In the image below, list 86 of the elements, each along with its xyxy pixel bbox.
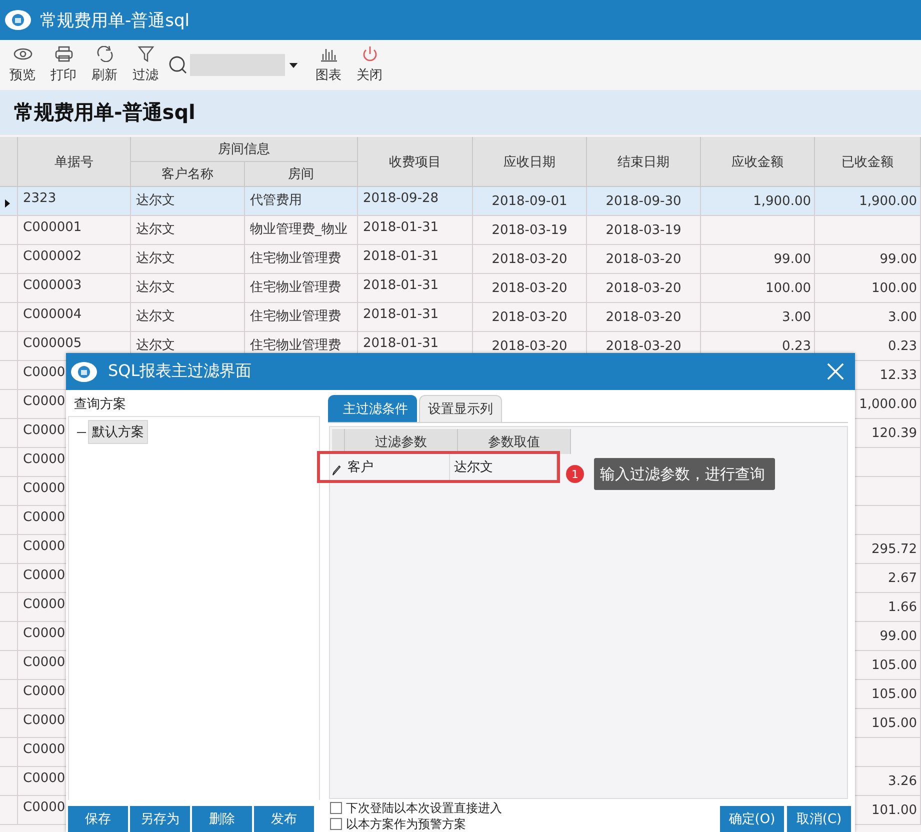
table-cell: C000004	[18, 303, 131, 332]
table-cell[interactable]: 达尔文	[454, 460, 494, 475]
header-cell[interactable]: 房间	[245, 162, 358, 187]
printer-icon	[54, 46, 74, 62]
eye-icon	[12, 46, 32, 62]
table-cell: 2018-03-19	[587, 216, 701, 245]
chart-button[interactable]: 图表	[308, 46, 349, 84]
table-cell: 物业管理费_物业	[245, 216, 358, 245]
header-cell[interactable]: 结束日期	[587, 137, 701, 187]
table-cell: 1,900.00	[815, 187, 921, 216]
tab[interactable]: 主过滤条件	[328, 395, 417, 422]
header-cell[interactable]: 单据号	[18, 137, 131, 187]
tree-item[interactable]: 默认方案	[88, 420, 148, 444]
table-cell: 住宅物业管理费	[245, 274, 358, 303]
table-cell: 100.00	[815, 274, 921, 303]
scheme-button[interactable]: 删除	[192, 806, 252, 832]
refresh-button[interactable]: 刷新	[84, 46, 125, 84]
table-cell: 2018-03-20	[587, 303, 701, 332]
table-cell: 住宅物业管理费	[245, 303, 358, 332]
table-cell: C000002	[18, 245, 131, 274]
table-cell: 2018-03-19	[473, 216, 587, 245]
close-icon[interactable]	[826, 362, 845, 381]
table-cell: 2018-03-20	[473, 245, 587, 274]
header-cell[interactable]: 应收金额	[701, 137, 815, 187]
table-cell: 达尔文	[131, 245, 245, 274]
callout-tooltip: 输入过滤参数，进行查询	[594, 458, 775, 490]
row-header[interactable]	[0, 187, 18, 216]
print-button[interactable]: 打印	[43, 46, 84, 84]
tab[interactable]: 设置显示列	[419, 395, 502, 422]
scheme-label: 查询方案	[73, 396, 127, 414]
filter-icon	[136, 46, 156, 62]
table-cell: C000001	[18, 216, 131, 245]
table-cell: 2018-03-20	[587, 274, 701, 303]
checkbox[interactable]	[330, 818, 342, 830]
app-logo-icon	[4, 9, 32, 31]
option-label: 下次登陆以本次设置直接进入	[346, 800, 502, 816]
table-cell: 代管费用	[245, 187, 358, 216]
refresh-icon	[94, 46, 114, 62]
report-title: 常规费用单-普通sql	[14, 99, 196, 126]
table-cell: 2323	[18, 187, 131, 216]
table-cell: 3.00	[815, 303, 921, 332]
table-cell: 3.00	[701, 303, 815, 332]
table-cell: 100.00	[701, 274, 815, 303]
cancel-button[interactable]: 取消(C)	[787, 806, 851, 832]
table-cell: 2018-01-31	[358, 274, 473, 303]
scheme-button[interactable]: 发布	[254, 806, 314, 832]
header-cell[interactable]: 收费项目	[358, 137, 473, 187]
window-title: 常规费用单-普通sql	[40, 10, 190, 32]
table-cell: 客户	[347, 460, 374, 475]
table-cell: 达尔文	[131, 303, 245, 332]
table-cell: 达尔文	[131, 187, 245, 216]
search-icon	[168, 55, 188, 75]
table-cell: 2018-09-30	[587, 187, 701, 216]
bar-chart-icon	[318, 46, 338, 62]
checkbox[interactable]	[330, 802, 342, 814]
table-cell: 2018-03-20	[473, 303, 587, 332]
scheme-button[interactable]: 保存	[68, 806, 128, 832]
ok-button[interactable]: 确定(O)	[720, 806, 784, 832]
table-cell: 达尔文	[131, 216, 245, 245]
search-field[interactable]	[190, 54, 298, 76]
close-button[interactable]: 关闭	[349, 46, 390, 84]
preview-button[interactable]: 预览	[2, 46, 43, 84]
table-cell: 2018-03-20	[587, 245, 701, 274]
filter-button[interactable]: 过滤	[125, 46, 166, 84]
option-label: 以本方案作为预警方案	[346, 816, 466, 832]
table-cell: 2018-01-31	[358, 216, 473, 245]
current-row-icon	[5, 199, 10, 208]
table-cell: 2018-01-31	[358, 245, 473, 274]
table-cell: 2018-03-20	[473, 274, 587, 303]
header-cell[interactable]: 应收日期	[473, 137, 587, 187]
table-cell: 2018-09-01	[473, 187, 587, 216]
header-cell[interactable]: 客户名称	[131, 162, 245, 187]
table-cell: 99.00	[701, 245, 815, 274]
table-cell: 2018-01-31	[358, 303, 473, 332]
table-cell: 99.00	[815, 245, 921, 274]
table-cell: 达尔文	[131, 274, 245, 303]
table-cell: 1,900.00	[701, 187, 815, 216]
table-cell: C000003	[18, 274, 131, 303]
header-corner	[0, 137, 18, 187]
table-cell: 住宅物业管理费	[245, 245, 358, 274]
app-logo-icon	[70, 360, 98, 382]
table-cell: 2018-09-28	[358, 187, 473, 216]
scheme-button[interactable]: 另存为	[130, 806, 190, 832]
header-cell[interactable]: 已收金额	[815, 137, 921, 187]
header-cell: 房间信息	[131, 137, 358, 162]
dropdown-caret-icon	[289, 62, 298, 68]
